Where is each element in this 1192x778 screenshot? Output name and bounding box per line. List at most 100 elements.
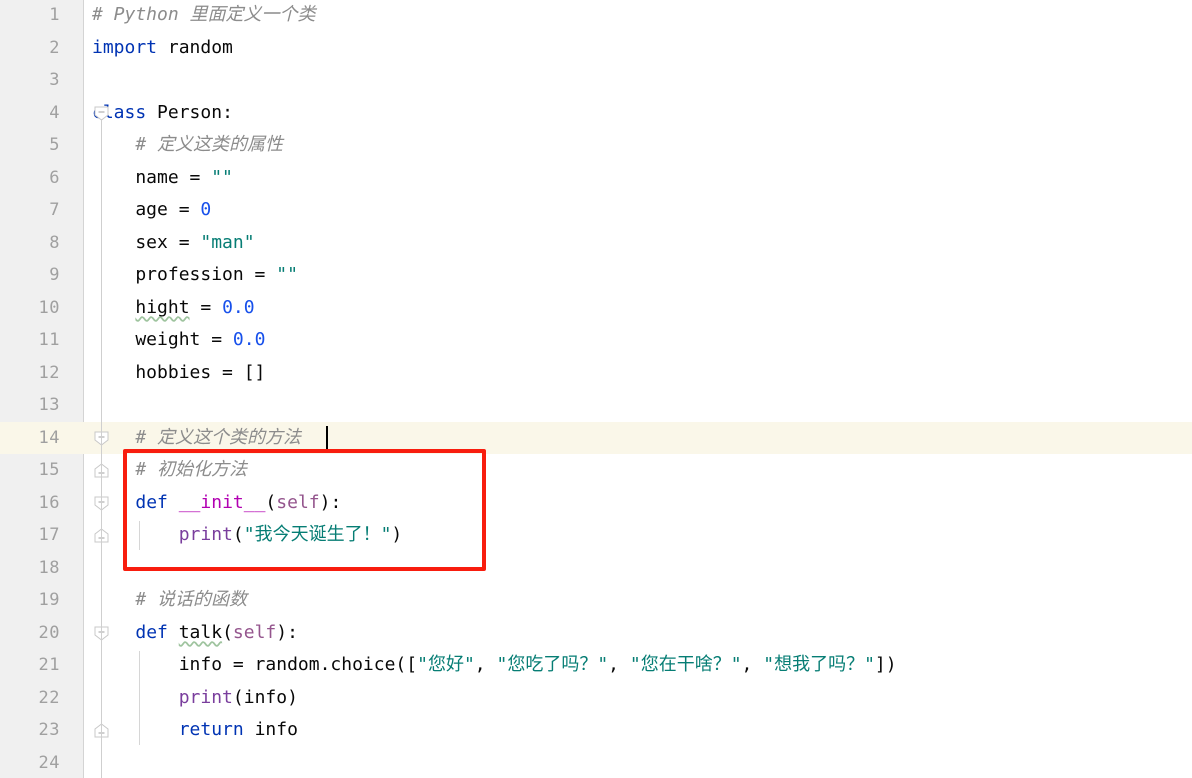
line-number: 20 xyxy=(38,622,60,643)
token-keyword: def xyxy=(135,621,168,643)
code-line-text[interactable]: sex = "man" xyxy=(92,227,255,260)
token-string: "您在干啥？" xyxy=(629,654,742,675)
token-plain: info xyxy=(243,719,298,740)
code-line-text[interactable]: # 初始化方法 xyxy=(92,454,247,487)
token-self: self xyxy=(276,491,320,513)
token-plain: (info) xyxy=(232,686,298,708)
line-number: 1 xyxy=(49,5,60,25)
token-plain: sex = xyxy=(92,231,201,253)
code-line-text[interactable]: # 定义这类的属性 xyxy=(92,129,283,162)
token-plain: ) xyxy=(391,524,403,545)
line-number: 17 xyxy=(38,525,60,545)
indent-guide xyxy=(139,651,140,745)
token-string: "您吃了吗？" xyxy=(496,654,609,675)
token-self: self xyxy=(232,621,277,643)
token-plain: ( xyxy=(232,524,244,545)
code-line[interactable]: 4 class Person: xyxy=(0,97,1192,130)
token-plain: : xyxy=(222,101,233,123)
token-builtin: print xyxy=(178,524,233,545)
code-line[interactable]: 22 print(info) xyxy=(0,682,1192,715)
line-number: 5 xyxy=(49,135,60,155)
token-plain: = xyxy=(189,296,223,318)
code-line[interactable]: 11 weight = 0.0 xyxy=(0,324,1192,357)
token-plain: info = random.choice([ xyxy=(92,654,418,675)
line-number: 21 xyxy=(38,655,60,675)
code-line-text[interactable]: hobbies = [] xyxy=(92,357,265,390)
text-caret xyxy=(326,425,328,449)
code-line-text[interactable]: import random xyxy=(92,32,233,65)
code-line[interactable]: 17 print("我今天诞生了！") xyxy=(0,519,1192,552)
token-keyword: import xyxy=(92,36,158,58)
code-line[interactable]: 3 xyxy=(0,64,1192,97)
code-line[interactable]: 1 # Python 里面定义一个类 xyxy=(0,0,1192,32)
code-line[interactable]: 19 # 说话的函数 xyxy=(0,584,1192,617)
token-plain: profession = xyxy=(92,264,277,285)
line-number: 3 xyxy=(49,70,60,90)
code-line[interactable]: 2 import random xyxy=(0,32,1192,65)
code-line[interactable]: 16 def __init__(self): xyxy=(0,487,1192,520)
line-number: 7 xyxy=(49,200,60,220)
code-line-text[interactable]: # 定义这个类的方法 xyxy=(92,422,301,455)
editor-lines[interactable]: 1 # Python 里面定义一个类 2 import random 3 4 class P… xyxy=(0,0,1192,778)
code-line-text[interactable]: # Python 里面定义一个类 xyxy=(92,0,316,32)
code-line-text[interactable]: name = "" xyxy=(92,162,233,195)
line-number: 11 xyxy=(38,330,60,350)
code-line-text[interactable]: age = 0 xyxy=(92,194,211,227)
code-editor[interactable]: 1 # Python 里面定义一个类 2 import random 3 4 class P… xyxy=(0,0,1192,778)
line-number: 18 xyxy=(38,557,60,578)
code-line[interactable]: 21 info = random.choice(["您好", "您吃了吗？", … xyxy=(0,649,1192,682)
line-number: 15 xyxy=(38,460,60,480)
line-number: 4 xyxy=(49,102,60,123)
token-plain: ]) xyxy=(874,654,897,675)
code-line-text[interactable]: print(info) xyxy=(92,682,298,715)
token-number: 0.0 xyxy=(232,329,266,350)
token-comment: # 定义这个类的方法 xyxy=(135,426,302,448)
code-line-text[interactable]: class Person: xyxy=(92,97,233,130)
fold-region-line xyxy=(101,118,102,778)
code-line-text[interactable]: # 说话的函数 xyxy=(92,584,247,617)
code-line[interactable]: 20 def talk(self): xyxy=(0,617,1192,650)
token-plain: name = xyxy=(92,166,212,188)
line-number: 19 xyxy=(38,590,60,610)
code-line-text[interactable]: return info xyxy=(92,714,298,747)
code-line-text[interactable]: def talk(self): xyxy=(92,617,298,650)
code-line[interactable]: 18 xyxy=(0,552,1192,585)
code-line-text[interactable]: def __init__(self): xyxy=(92,487,341,520)
token-comment: # 说话的函数 xyxy=(135,589,248,610)
code-line[interactable]: 14 # 定义这个类的方法 xyxy=(0,421,1192,455)
code-line-text[interactable]: info = random.choice(["您好", "您吃了吗？", "您在… xyxy=(92,649,897,682)
code-line[interactable]: 10 hight = 0.0 xyxy=(0,292,1192,325)
code-line-text[interactable]: profession = "" xyxy=(92,259,298,292)
code-line[interactable]: 23 return info xyxy=(0,714,1192,747)
code-line[interactable]: 6 name = "" xyxy=(0,162,1192,195)
code-line[interactable]: 15 # 初始化方法 xyxy=(0,454,1192,487)
token-plain: ( xyxy=(265,491,277,513)
code-line-text[interactable]: hight = 0.0 xyxy=(92,292,254,325)
indent-guide xyxy=(139,521,140,550)
token-comment: # 初始化方法 xyxy=(135,459,248,480)
code-line[interactable]: 24 xyxy=(0,747,1192,778)
code-line[interactable]: 7 age = 0 xyxy=(0,194,1192,227)
code-line-text[interactable]: weight = 0.0 xyxy=(92,324,265,357)
token-plain: random xyxy=(157,36,233,58)
code-line[interactable]: 13 xyxy=(0,389,1192,422)
token-plain: ): xyxy=(319,491,342,513)
line-number: 24 xyxy=(38,752,60,773)
token-plain-squiggle: talk xyxy=(178,621,223,643)
code-line[interactable]: 9 profession = "" xyxy=(0,259,1192,292)
code-line[interactable]: 5 # 定义这类的属性 xyxy=(0,129,1192,162)
token-string: "想我了吗？" xyxy=(763,654,875,675)
token-keyword: def xyxy=(135,491,168,513)
line-number: 8 xyxy=(49,232,60,253)
code-line[interactable]: 12 hobbies = [] xyxy=(0,357,1192,390)
token-plain: hobbies = [] xyxy=(92,361,266,383)
token-string: "" xyxy=(211,166,233,188)
line-number: 22 xyxy=(38,687,60,708)
line-number: 14 xyxy=(38,427,60,448)
token-string: "man" xyxy=(200,231,255,253)
code-line[interactable]: 8 sex = "man" xyxy=(0,227,1192,260)
